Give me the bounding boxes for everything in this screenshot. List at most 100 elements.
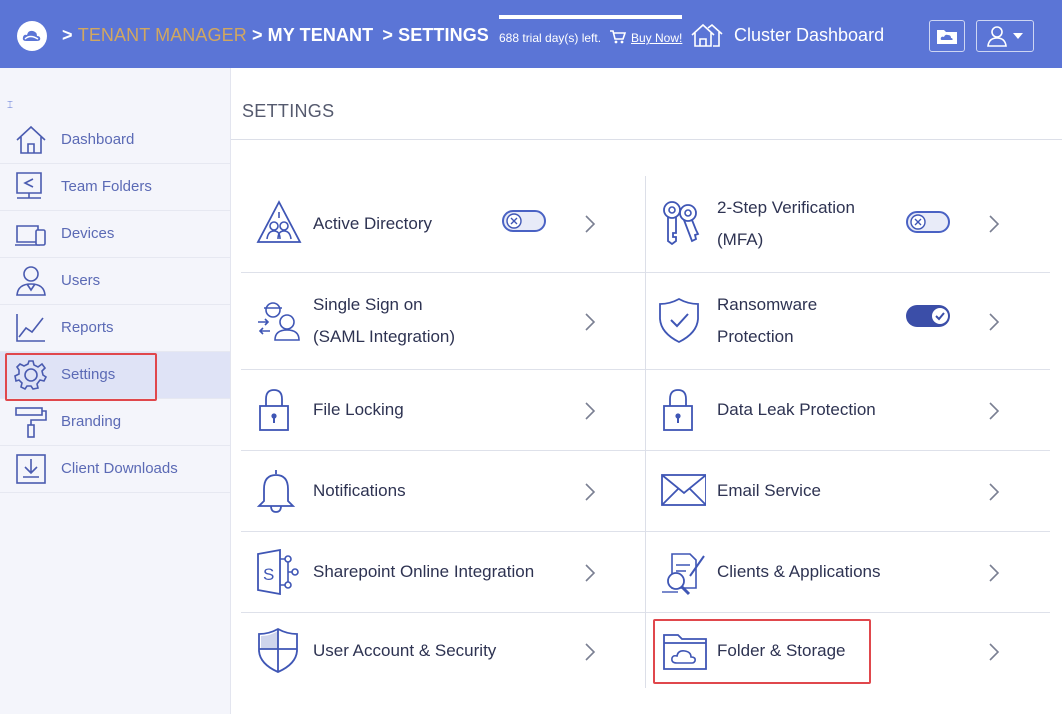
tile-ransomware-protection[interactable]: Ransomware Protection: [646, 273, 1050, 370]
chevron-right-icon: [585, 402, 596, 420]
sidebar-item-label: Client Downloads: [61, 460, 178, 477]
shield-icon: [258, 627, 298, 673]
sidebar-item-reports[interactable]: Reports: [0, 305, 230, 352]
tile-label: 2-Step Verification: [717, 198, 855, 217]
tile-label: Data Leak Protection: [717, 400, 876, 419]
envelope-icon: [661, 474, 706, 506]
chart-icon: [16, 314, 45, 342]
gear-icon: [14, 360, 48, 391]
buy-now-link[interactable]: Buy Now!: [631, 31, 682, 45]
sidebar-item-label: Branding: [61, 413, 122, 430]
tile-label: (SAML Integration): [313, 327, 456, 346]
user-menu-button[interactable]: [976, 20, 1034, 52]
ransomware-toggle[interactable]: [906, 305, 950, 327]
toggle-on-check-icon: [932, 308, 948, 324]
paint-roller-icon: [15, 407, 47, 438]
sidebar-item-branding[interactable]: Branding: [0, 399, 230, 446]
toggle-off-x-icon: [910, 214, 926, 230]
lock-icon: [663, 389, 693, 431]
sidebar-item-label: Dashboard: [61, 131, 135, 148]
breadcrumb: > TENANT MANAGER > MY TENANT > SETTINGS: [62, 25, 489, 46]
mfa-toggle[interactable]: [906, 211, 950, 233]
tile-label: User Account & Security: [313, 641, 497, 660]
chevron-right-icon: [989, 564, 1000, 582]
chevron-right-icon: [585, 564, 596, 582]
tile-label: (MFA): [717, 230, 764, 249]
tile-label: Notifications: [313, 481, 406, 500]
sidebar-item-label: Devices: [61, 225, 115, 242]
sidebar: ⌶ Dashboard Team Folders Devices Users R…: [0, 68, 231, 714]
user-icon: [987, 26, 1007, 47]
chevron-right-icon: [989, 215, 1000, 233]
tile-clients-applications[interactable]: Clients & Applications: [646, 532, 1050, 613]
tile-label: Sharepoint Online Integration: [313, 562, 535, 581]
chevron-right-icon: [585, 643, 596, 661]
sharepoint-icon: S: [257, 549, 299, 595]
tile-active-directory[interactable]: Active Directory: [241, 176, 645, 273]
tile-file-locking[interactable]: File Locking: [241, 370, 645, 451]
chevron-right-icon: [585, 215, 596, 233]
apps-icon: [662, 553, 705, 596]
breadcrumb-separator: >: [382, 25, 393, 45]
house-icon: [16, 125, 46, 154]
tile-data-leak-protection[interactable]: Data Leak Protection: [646, 370, 1050, 451]
trial-days-text: 688 trial day(s) left.: [499, 31, 602, 45]
tile-folder-storage[interactable]: Folder & Storage: [646, 613, 1050, 691]
breadcrumb-separator: >: [251, 25, 263, 45]
tile-user-account-security[interactable]: User Account & Security: [241, 613, 645, 691]
keys-icon: [663, 201, 700, 245]
chevron-right-icon: [989, 483, 1000, 501]
tile-label: Protection: [717, 327, 794, 346]
breadcrumb-separator: >: [62, 25, 73, 45]
app-logo-icon[interactable]: [17, 21, 47, 51]
sidebar-item-team-folders[interactable]: Team Folders: [0, 164, 230, 211]
cart-icon[interactable]: [609, 30, 627, 49]
download-icon: [16, 454, 46, 484]
sidebar-collapse-icon[interactable]: ⌶: [7, 100, 13, 111]
shared-folder-icon: [16, 172, 42, 199]
tile-label: Ransomware: [717, 295, 818, 314]
tile-single-sign-on[interactable]: Single Sign on (SAML Integration): [241, 273, 645, 370]
toggle-off-x-icon: [506, 213, 522, 229]
lock-icon: [259, 389, 289, 431]
tile-label: Clients & Applications: [717, 562, 881, 581]
title-divider: [231, 139, 1062, 140]
sidebar-item-label: Users: [61, 272, 101, 289]
svg-text:S: S: [263, 565, 274, 584]
tile-label: File Locking: [313, 400, 404, 419]
tile-email-service[interactable]: Email Service: [646, 451, 1050, 532]
sidebar-item-dashboard[interactable]: Dashboard: [0, 117, 230, 164]
sidebar-item-label: Settings: [61, 366, 116, 383]
sidebar-item-label: Team Folders: [61, 178, 152, 195]
cloud-folder-icon: [663, 634, 707, 670]
breadcrumb-my-tenant[interactable]: MY TENANT: [268, 25, 374, 45]
sso-icon: [258, 302, 300, 341]
tile-label: Folder & Storage: [717, 641, 846, 660]
tile-notifications[interactable]: Notifications: [241, 451, 645, 532]
sidebar-item-settings[interactable]: Settings: [0, 352, 230, 399]
devices-icon: [15, 225, 46, 246]
houses-icon: [691, 23, 723, 47]
cluster-dashboard-label: Cluster Dashboard: [734, 24, 885, 45]
sidebar-item-users[interactable]: Users: [0, 258, 230, 305]
sidebar-item-client-downloads[interactable]: Client Downloads: [0, 446, 230, 493]
tile-label: Active Directory: [313, 214, 433, 233]
directory-icon: [256, 200, 302, 243]
tile-sharepoint-integration[interactable]: S Sharepoint Online Integration: [241, 532, 645, 613]
page-title: SETTINGS: [242, 101, 335, 121]
chevron-right-icon: [989, 643, 1000, 661]
breadcrumb-tenant-manager[interactable]: TENANT MANAGER: [78, 25, 247, 45]
trial-progress-bar: [499, 15, 682, 19]
shield-check-icon: [659, 297, 699, 343]
folder-icon: [937, 30, 957, 44]
tile-2-step-verification[interactable]: 2-Step Verification (MFA): [646, 176, 1050, 273]
tile-label: Email Service: [717, 481, 821, 500]
folder-button[interactable]: [929, 20, 965, 52]
cluster-dashboard-link[interactable]: Cluster Dashboard: [690, 22, 884, 48]
sidebar-item-devices[interactable]: Devices: [0, 211, 230, 258]
active-directory-toggle[interactable]: [502, 210, 546, 232]
user-icon: [16, 266, 46, 296]
chevron-right-icon: [989, 313, 1000, 331]
chevron-right-icon: [585, 483, 596, 501]
sidebar-item-label: Reports: [61, 319, 114, 336]
